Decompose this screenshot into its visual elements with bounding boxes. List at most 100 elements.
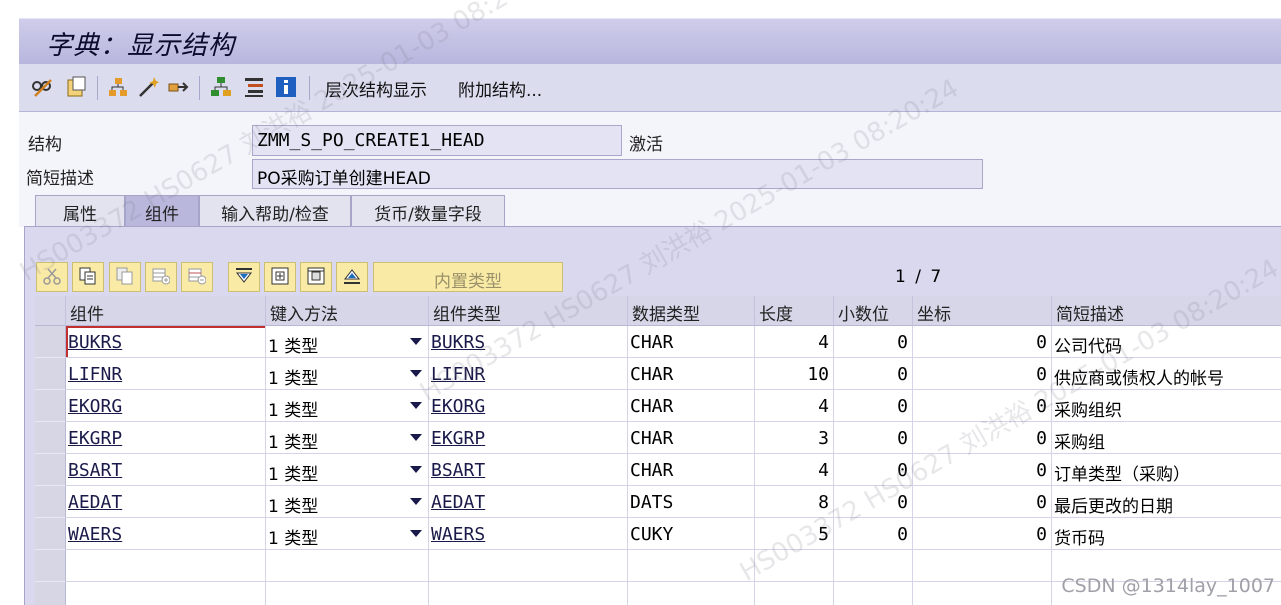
- cell-coordinate[interactable]: 0: [913, 358, 1052, 390]
- info-icon[interactable]: [275, 76, 297, 98]
- short-description-field[interactable]: PO采购订单创建HEAD: [252, 159, 983, 189]
- cell-data-type[interactable]: DATS: [628, 486, 755, 518]
- hierarchy-display-button[interactable]: 层次结构显示: [325, 76, 427, 101]
- cell-coordinate[interactable]: 0: [913, 486, 1052, 518]
- cell-decimals[interactable]: [834, 550, 913, 582]
- cell-component[interactable]: LIFNR: [66, 358, 266, 390]
- paste-button[interactable]: [109, 262, 141, 292]
- cut-button[interactable]: [36, 262, 68, 292]
- cell-decimals[interactable]: 0: [834, 358, 913, 390]
- column-header-entry-method[interactable]: 键入方法: [266, 296, 429, 326]
- cell-component[interactable]: [66, 550, 266, 582]
- cell-decimals[interactable]: 0: [834, 454, 913, 486]
- cell-decimals[interactable]: 0: [834, 326, 913, 358]
- dropdown-arrow-icon[interactable]: [410, 434, 422, 441]
- list-lines-icon[interactable]: [243, 76, 265, 98]
- tab-input-help[interactable]: 输入帮助/检查: [199, 195, 351, 226]
- structure-detail-button[interactable]: [300, 262, 332, 292]
- cell-component[interactable]: BSART: [66, 454, 266, 486]
- dropdown-arrow-icon[interactable]: [410, 402, 422, 409]
- cell-component[interactable]: [66, 582, 266, 605]
- row-selector[interactable]: [35, 518, 66, 550]
- cell-coordinate[interactable]: 0: [913, 454, 1052, 486]
- cell-data-type[interactable]: CUKY: [628, 518, 755, 550]
- append-structure-button[interactable]: 附加结构...: [458, 76, 542, 101]
- dropdown-arrow-icon[interactable]: [410, 338, 422, 345]
- cell-entry-method[interactable]: 1 类型: [266, 454, 429, 486]
- insert-include-button[interactable]: [264, 262, 296, 292]
- cell-component-type[interactable]: BUKRS: [429, 326, 628, 358]
- cell-data-type[interactable]: [628, 582, 755, 605]
- expand-button[interactable]: [228, 262, 260, 292]
- cell-component-type[interactable]: BSART: [429, 454, 628, 486]
- dropdown-arrow-icon[interactable]: [410, 530, 422, 537]
- cell-entry-method[interactable]: [266, 550, 429, 582]
- cell-coordinate[interactable]: [913, 550, 1052, 582]
- row-selector[interactable]: [35, 582, 66, 605]
- cell-entry-method[interactable]: [266, 582, 429, 605]
- row-selector[interactable]: [35, 486, 66, 518]
- column-header-length[interactable]: 长度: [755, 296, 834, 326]
- cell-component-type[interactable]: LIFNR: [429, 358, 628, 390]
- row-selector[interactable]: [35, 326, 66, 358]
- cell-entry-method[interactable]: 1 类型: [266, 326, 429, 358]
- cell-component-type[interactable]: [429, 550, 628, 582]
- cell-entry-method[interactable]: 1 类型: [266, 358, 429, 390]
- cell-data-type[interactable]: CHAR: [628, 390, 755, 422]
- cell-decimals[interactable]: 0: [834, 422, 913, 454]
- cell-component[interactable]: EKORG: [66, 390, 266, 422]
- cell-component[interactable]: BUKRS: [66, 326, 266, 358]
- cell-coordinate[interactable]: 0: [913, 390, 1052, 422]
- row-selector[interactable]: [35, 358, 66, 390]
- cell-length[interactable]: 3: [755, 422, 834, 454]
- cell-length[interactable]: [755, 582, 834, 605]
- cell-decimals[interactable]: 0: [834, 518, 913, 550]
- cell-entry-method[interactable]: 1 类型: [266, 422, 429, 454]
- cell-length[interactable]: [755, 550, 834, 582]
- cell-length[interactable]: 8: [755, 486, 834, 518]
- cell-data-type[interactable]: [628, 550, 755, 582]
- tab-currency-quantity[interactable]: 货币/数量字段: [351, 195, 505, 226]
- cell-decimals[interactable]: 0: [834, 390, 913, 422]
- cell-length[interactable]: 4: [755, 326, 834, 358]
- cell-decimals[interactable]: [834, 582, 913, 605]
- column-header-data-type[interactable]: 数据类型: [628, 296, 755, 326]
- builtin-type-button[interactable]: 内置类型: [373, 262, 563, 292]
- cell-component[interactable]: WAERS: [66, 518, 266, 550]
- cell-data-type[interactable]: CHAR: [628, 358, 755, 390]
- cell-component[interactable]: EKGRP: [66, 422, 266, 454]
- dropdown-arrow-icon[interactable]: [410, 466, 422, 473]
- cell-length[interactable]: 5: [755, 518, 834, 550]
- cell-component-type[interactable]: AEDAT: [429, 486, 628, 518]
- magic-wand-icon[interactable]: [137, 76, 159, 98]
- cell-decimals[interactable]: 0: [834, 486, 913, 518]
- cell-coordinate[interactable]: [913, 582, 1052, 605]
- cell-component-type[interactable]: WAERS: [429, 518, 628, 550]
- row-selector[interactable]: [35, 422, 66, 454]
- column-header-decimals[interactable]: 小数位: [834, 296, 913, 326]
- cell-length[interactable]: 4: [755, 454, 834, 486]
- collapse-button[interactable]: [336, 262, 368, 292]
- column-header-short-description[interactable]: 简短描述: [1052, 296, 1281, 326]
- pipe-icon[interactable]: [167, 76, 189, 98]
- cell-entry-method[interactable]: 1 类型: [266, 518, 429, 550]
- clipboard-icon[interactable]: [65, 76, 87, 98]
- cell-data-type[interactable]: CHAR: [628, 422, 755, 454]
- structure-name-field[interactable]: ZMM_S_PO_CREATE1_HEAD: [252, 125, 622, 156]
- hierarchy-icon[interactable]: [107, 76, 129, 98]
- column-header-component[interactable]: 组件: [66, 296, 266, 326]
- org-chart-icon[interactable]: [210, 76, 232, 98]
- cell-coordinate[interactable]: 0: [913, 518, 1052, 550]
- copy-button[interactable]: [72, 262, 104, 292]
- dropdown-arrow-icon[interactable]: [410, 498, 422, 505]
- column-header-component-type[interactable]: 组件类型: [429, 296, 628, 326]
- delete-row-button[interactable]: [181, 262, 213, 292]
- cell-component-type[interactable]: EKORG: [429, 390, 628, 422]
- row-selector[interactable]: [35, 550, 66, 582]
- glasses-pencil-icon[interactable]: [31, 76, 53, 98]
- cell-length[interactable]: 4: [755, 390, 834, 422]
- cell-data-type[interactable]: CHAR: [628, 454, 755, 486]
- row-selector[interactable]: [35, 454, 66, 486]
- dropdown-arrow-icon[interactable]: [410, 370, 422, 377]
- cell-coordinate[interactable]: 0: [913, 326, 1052, 358]
